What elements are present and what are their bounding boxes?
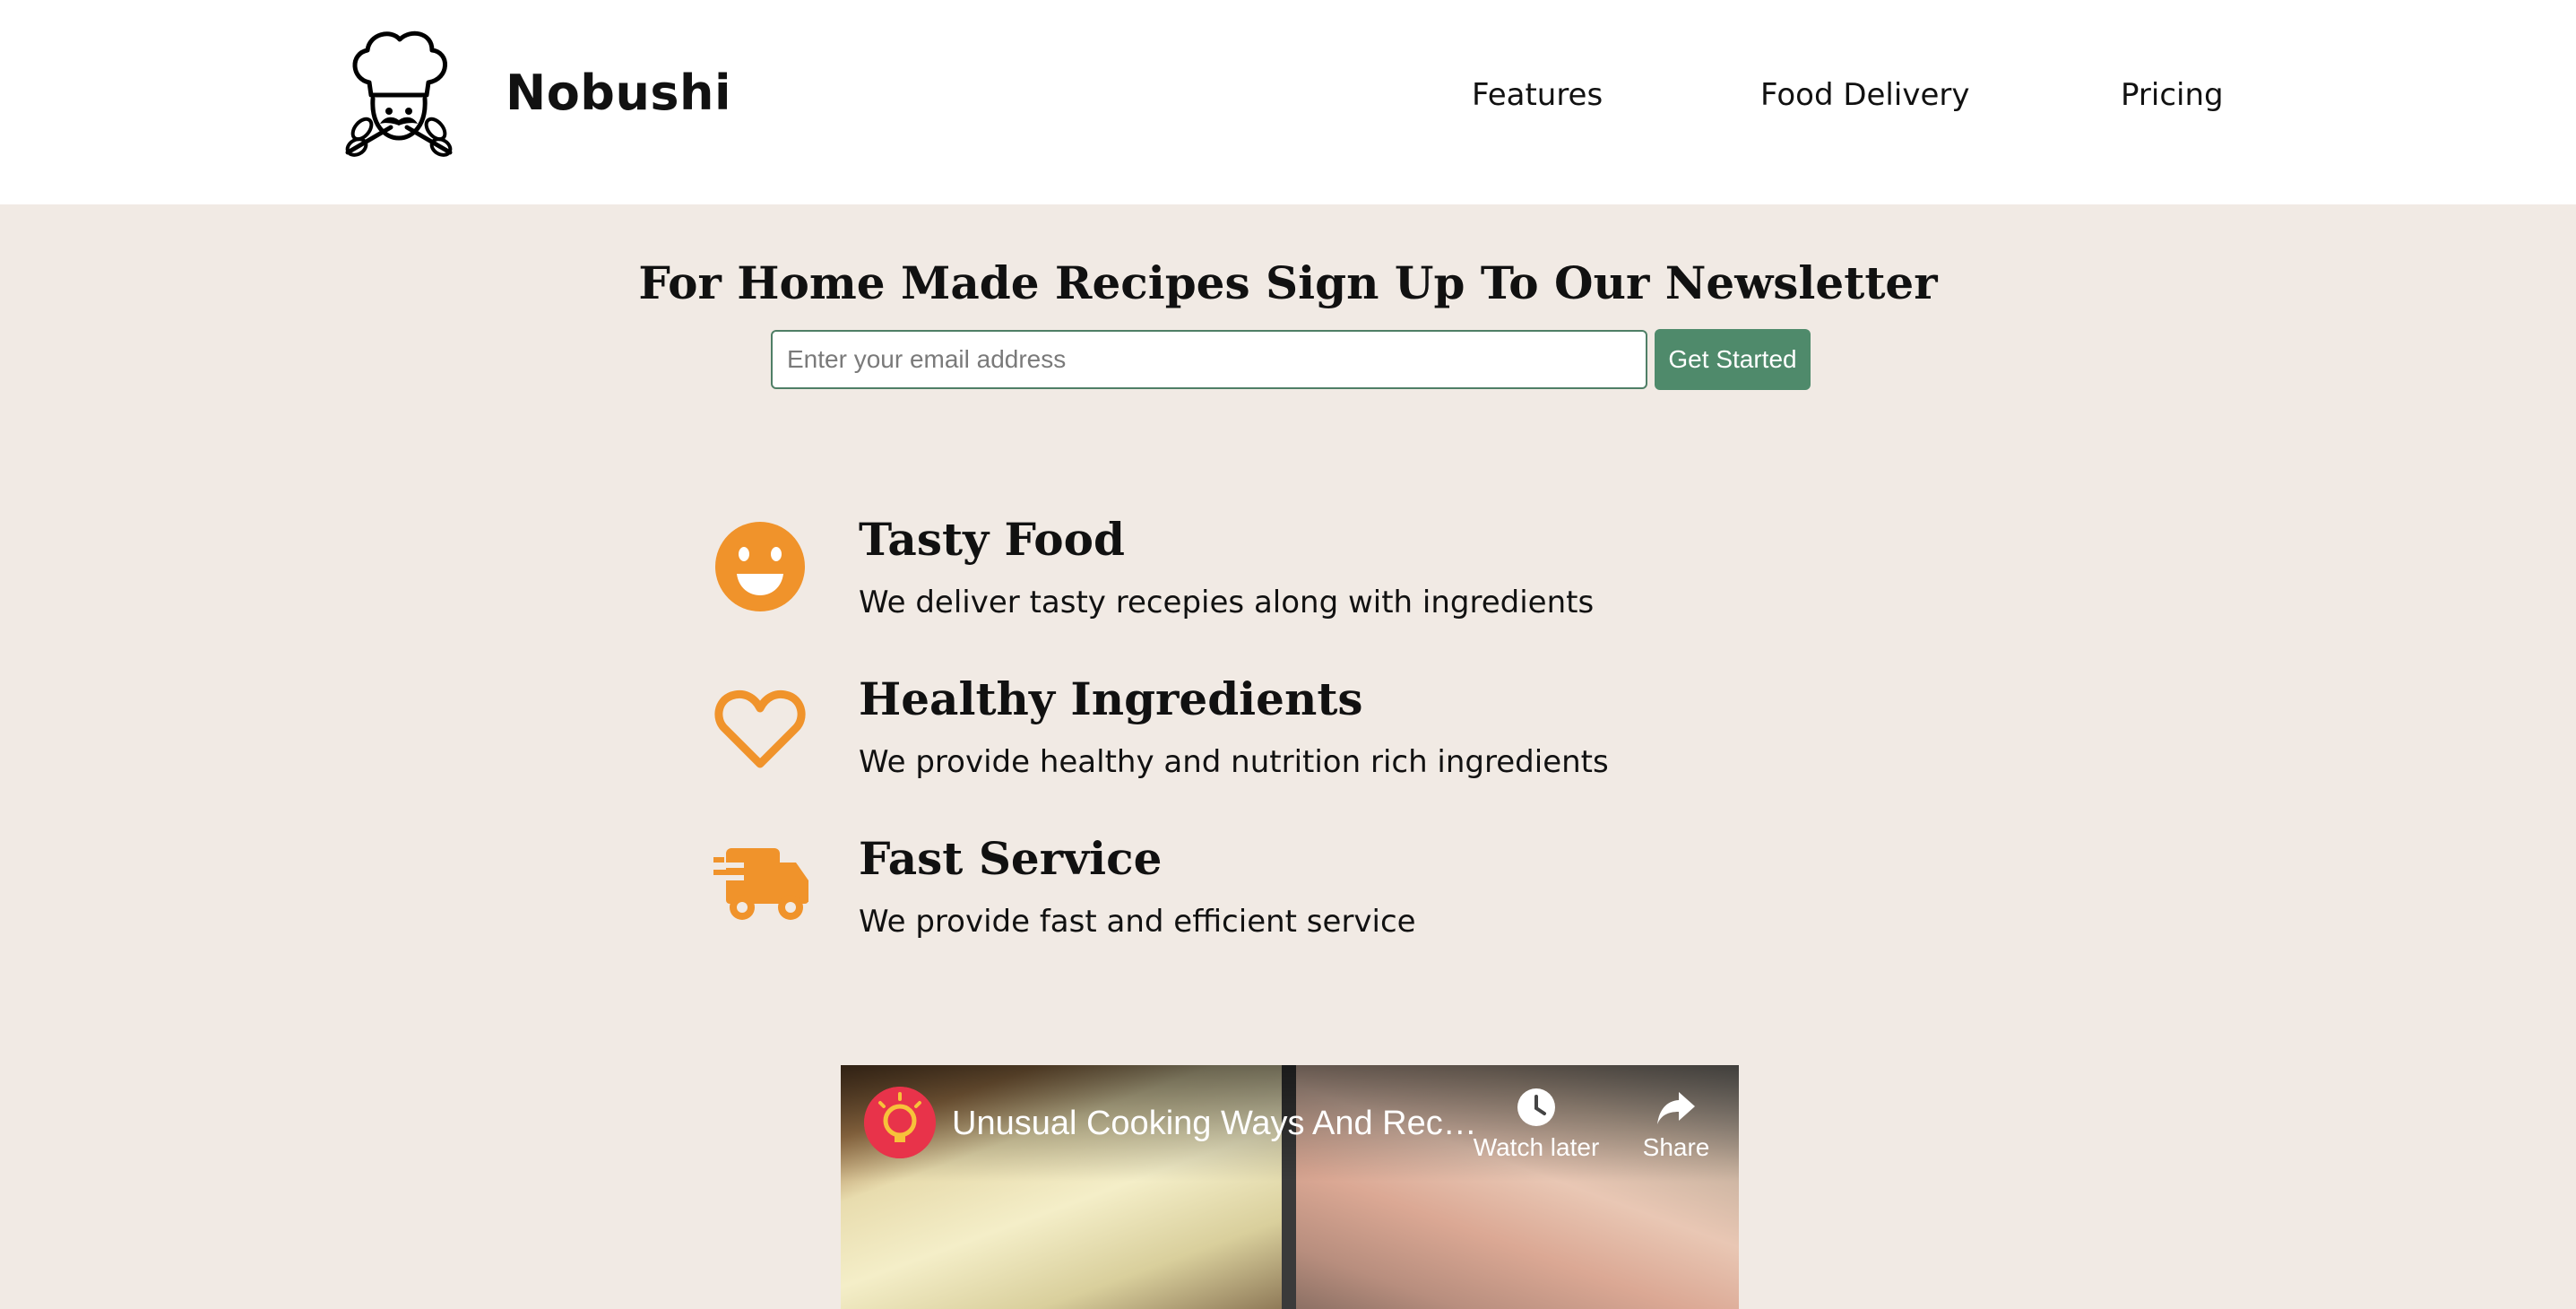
feature-description: We deliver tasty recepies along with ing… bbox=[859, 585, 1595, 620]
brand-name[interactable]: Nobushi bbox=[506, 65, 731, 121]
share-label: Share bbox=[1642, 1133, 1710, 1161]
feature-title: Tasty Food bbox=[859, 513, 1125, 566]
heart-icon bbox=[714, 689, 806, 768]
share-button[interactable]: Share bbox=[1613, 1087, 1739, 1162]
video-title[interactable]: Unusual Cooking Ways And Rec… bbox=[952, 1105, 1477, 1143]
nav-link-features[interactable]: Features bbox=[1472, 77, 1603, 113]
feature-title: Healthy Ingredients bbox=[859, 672, 1363, 725]
feature-description: We provide healthy and nutrition rich in… bbox=[859, 744, 1609, 780]
chef-logo-icon[interactable] bbox=[339, 27, 459, 165]
video-embed[interactable]: Unusual Cooking Ways And Rec… Watch late… bbox=[841, 1065, 1739, 1309]
channel-avatar-icon[interactable] bbox=[864, 1087, 936, 1158]
email-input[interactable] bbox=[771, 330, 1647, 389]
newsletter-title: For Home Made Recipes Sign Up To Our New… bbox=[638, 256, 1938, 309]
watch-later-button[interactable]: Watch later bbox=[1447, 1087, 1626, 1162]
watch-later-label: Watch later bbox=[1473, 1133, 1600, 1161]
site-header: Nobushi Features Food Delivery Pricing bbox=[0, 0, 2576, 204]
get-started-button[interactable]: Get Started bbox=[1655, 329, 1811, 390]
smiley-icon bbox=[715, 522, 805, 611]
delivery-truck-icon bbox=[713, 848, 808, 920]
feature-description: We provide fast and efficient service bbox=[859, 904, 1416, 940]
share-arrow-icon bbox=[1657, 1092, 1695, 1124]
nav-link-pricing[interactable]: Pricing bbox=[2121, 77, 2224, 113]
clock-icon bbox=[1517, 1088, 1555, 1126]
feature-title: Fast Service bbox=[859, 832, 1163, 885]
nav-link-food-delivery[interactable]: Food Delivery bbox=[1760, 77, 1969, 113]
